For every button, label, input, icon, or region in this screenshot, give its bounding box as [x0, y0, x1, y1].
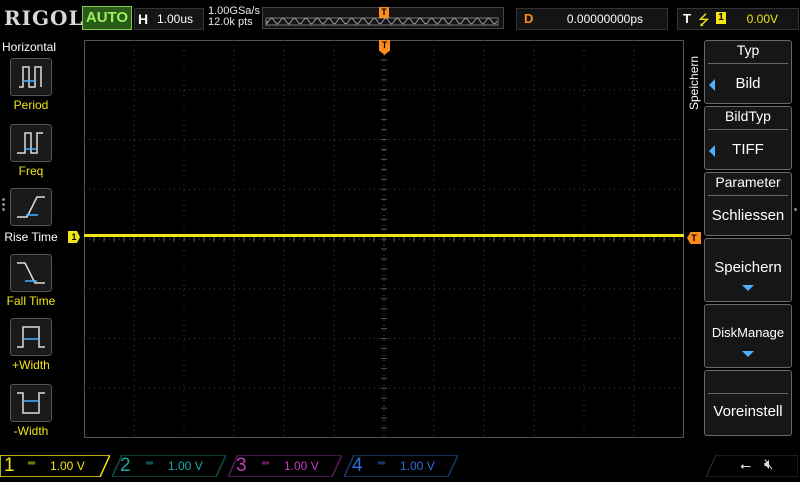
dc-coupling-icon: ═: [262, 458, 270, 469]
menu-typ-value: Bild: [735, 75, 761, 92]
frequency-measure-icon: [17, 132, 43, 154]
positive-width-button[interactable]: [10, 318, 52, 356]
menu-parameter[interactable]: Parameter Schliessen: [704, 172, 792, 236]
menu-diskmanage-value: DiskManage: [711, 325, 785, 340]
channel-2-tab[interactable]: 2 ═ 1.00 V: [112, 455, 226, 477]
divider: [708, 129, 788, 130]
acquisition-info: 1.00GSa/s 12.0k pts: [208, 6, 260, 28]
right-menu-title-box: Speichern: [683, 48, 703, 118]
delay-value: 0.00000000ps: [566, 12, 643, 26]
menu-bildtyp-value: TIFF: [732, 141, 764, 158]
delay-box[interactable]: D 0.00000000ps: [516, 8, 668, 30]
delay-key: D: [524, 11, 534, 26]
horizontal-key: H: [138, 11, 149, 27]
channel-1-tab[interactable]: 1 ═ 1.00 V: [0, 455, 110, 477]
trigger-level: 0.00V: [746, 12, 778, 26]
memory-overview-strip[interactable]: T: [262, 7, 504, 29]
fall-time-icon: [17, 262, 45, 284]
dc-coupling-icon: ═: [28, 458, 36, 469]
menu-speichern[interactable]: Speichern: [704, 238, 792, 302]
status-icons-area: ⭠ 🔇︎: [705, 454, 799, 478]
memory-trigger-marker: T: [379, 7, 389, 18]
fall-time-button[interactable]: [10, 254, 52, 292]
divider: [708, 393, 788, 394]
graticule: [84, 40, 684, 438]
usb-icon: ⭠: [740, 457, 752, 473]
channel-3-number: 3: [236, 455, 247, 476]
right-menu-title: Speichern: [687, 55, 701, 110]
period-label: Period: [13, 98, 49, 112]
menu-parameter-heading: Parameter: [715, 174, 781, 190]
trigger-box[interactable]: T ⭍ 1 0.00V: [677, 8, 799, 30]
menu-typ[interactable]: Typ Bild: [704, 40, 792, 104]
memory-depth: 12.0k pts: [208, 16, 253, 28]
channel-2-number: 2: [120, 455, 131, 476]
channel-3-tab[interactable]: 3 ═ 1.00 V: [228, 455, 342, 477]
divider: [708, 63, 788, 64]
positive-width-label: +Width: [12, 358, 50, 372]
dc-coupling-icon: ═: [378, 458, 386, 469]
channel1-trace: [84, 234, 684, 237]
negative-width-icon: [17, 392, 45, 414]
rise-time-icon: [17, 196, 45, 218]
brand-logo: RIGOL: [4, 6, 84, 30]
menu-typ-heading: Typ: [736, 42, 760, 58]
freq-label: Freq: [18, 164, 44, 178]
horizontal-scale-box[interactable]: H 1.00us: [134, 8, 204, 30]
scroll-indicator-right: [794, 206, 798, 213]
down-arrow-icon: [742, 285, 754, 291]
negative-width-label: -Width: [13, 424, 49, 438]
positive-width-icon: [17, 326, 45, 348]
rise-time-label: Rise Time: [4, 230, 58, 244]
status-frame: [705, 454, 799, 478]
channel-3-scale: 1.00 V: [284, 459, 319, 473]
menu-bildtyp-heading: BildTyp: [725, 108, 771, 124]
menu-bildtyp[interactable]: BildTyp TIFF: [704, 106, 792, 170]
channel-4-number: 4: [352, 455, 363, 476]
down-arrow-icon: [742, 351, 754, 357]
trigger-key: T: [683, 11, 691, 26]
menu-speichern-value: Speichern: [714, 259, 782, 276]
channel-1-number: 1: [4, 455, 15, 476]
left-menu-title: Horizontal: [2, 40, 57, 54]
period-measure-icon: [19, 66, 42, 88]
scroll-indicator-left: [2, 196, 6, 213]
freq-button[interactable]: [10, 124, 52, 162]
channel-1-scale: 1.00 V: [50, 459, 85, 473]
channel-4-tab[interactable]: 4 ═ 1.00 V: [344, 455, 458, 477]
menu-voreinstell-value: Voreinstell: [713, 403, 783, 420]
dc-coupling-icon: ═: [146, 458, 154, 469]
waveform-grid[interactable]: [84, 40, 684, 438]
negative-width-button[interactable]: [10, 384, 52, 422]
speaker-muted-icon[interactable]: 🔇︎: [764, 456, 773, 473]
trigger-source: 1: [716, 12, 726, 24]
period-button[interactable]: [10, 58, 52, 96]
rise-time-button[interactable]: [10, 188, 52, 226]
channel1-offset-marker[interactable]: 1: [68, 231, 80, 243]
menu-diskmanage[interactable]: DiskManage: [704, 304, 792, 368]
fall-time-label: Fall Time: [6, 294, 56, 308]
menu-parameter-value: Schliessen: [711, 207, 785, 224]
channel-4-scale: 1.00 V: [400, 459, 435, 473]
run-mode-badge[interactable]: AUTO: [82, 6, 132, 30]
menu-voreinstell[interactable]: Voreinstell: [704, 370, 792, 436]
trigger-level-marker[interactable]: T: [687, 232, 701, 244]
horizontal-scale-value: 1.00us: [157, 12, 194, 26]
channel-2-scale: 1.00 V: [168, 459, 203, 473]
rising-edge-icon: ⭍: [698, 12, 710, 28]
divider: [708, 195, 788, 196]
